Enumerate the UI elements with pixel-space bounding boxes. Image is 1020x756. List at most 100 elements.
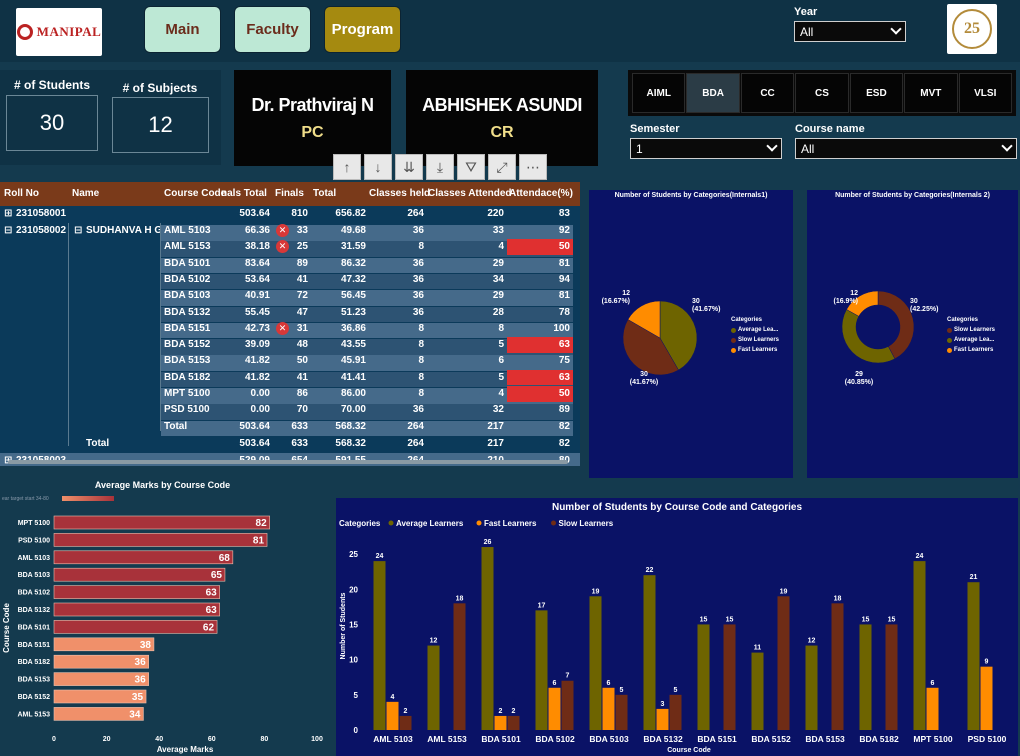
nav-main-button[interactable]: Main — [144, 6, 221, 53]
program-vlsi-button[interactable]: VLSI — [958, 73, 1012, 113]
col-course-code[interactable]: Course Code — [164, 188, 226, 199]
pie1-legend-item[interactable]: Slow Learners — [731, 337, 779, 343]
y-axis-label: Course Code — [2, 603, 11, 653]
column-bar[interactable] — [386, 701, 399, 730]
chevron-down-icon[interactable] — [890, 23, 902, 35]
column-bar[interactable] — [751, 652, 764, 730]
program-aiml-button[interactable]: AIML — [632, 73, 686, 113]
column-bar[interactable] — [885, 624, 898, 730]
course-name-dropdown[interactable]: All — [795, 138, 1017, 159]
expand-icon[interactable]: ⊞ — [4, 208, 12, 219]
column-bar[interactable] — [589, 596, 602, 730]
bar-data-label: 5 — [674, 687, 678, 694]
nav-faculty-button[interactable]: Faculty — [234, 6, 311, 53]
pie-slice[interactable] — [841, 309, 896, 364]
col-name[interactable]: Name — [72, 188, 99, 199]
year-dropdown[interactable]: All — [794, 21, 906, 42]
legend-item[interactable]: Slow Learners — [559, 519, 614, 528]
bar-data-label: 6 — [607, 680, 611, 687]
column-bar[interactable] — [913, 561, 926, 730]
bar[interactable] — [53, 620, 218, 634]
column-bar[interactable] — [967, 582, 980, 730]
y-axis-label: Number of Students — [340, 592, 347, 659]
cell-finals: 633 — [291, 420, 308, 432]
semester-slicer[interactable]: Semester 1 — [630, 123, 782, 159]
column-bar[interactable] — [399, 715, 412, 730]
column-bar[interactable] — [697, 624, 710, 730]
col-classes-held[interactable]: Classes held — [369, 188, 430, 199]
column-bar[interactable] — [615, 694, 628, 730]
program-mvt-button[interactable]: MVT — [904, 73, 958, 113]
col-classes-attended[interactable]: Classes Attended — [428, 188, 512, 199]
program-cc-button[interactable]: CC — [740, 73, 795, 113]
pie1-legend-item[interactable]: Fast Learners — [731, 347, 779, 353]
column-bar[interactable] — [859, 624, 872, 730]
cell-att: 50 — [558, 388, 570, 399]
course-name-slicer[interactable]: Course name All — [795, 123, 1017, 159]
legend-dot — [388, 520, 394, 526]
pie1-legend-item[interactable]: Average Lea... — [731, 327, 779, 333]
cell-finals: 633 — [291, 437, 308, 449]
column-bar[interactable] — [427, 645, 440, 730]
drill-down-icon[interactable]: ⤓ — [426, 154, 454, 180]
more-options-icon[interactable]: ⋯ — [519, 154, 547, 180]
filter-icon[interactable]: ⛛ — [457, 154, 485, 180]
bar[interactable] — [53, 515, 270, 530]
column-bar[interactable] — [831, 603, 844, 730]
cell-att: 81 — [558, 290, 570, 302]
col-roll-no[interactable]: Roll No — [4, 188, 39, 199]
cell-code: BDA 5132 — [164, 306, 211, 318]
column-bar[interactable] — [494, 715, 507, 730]
horizontal-scrollbar[interactable] — [8, 460, 568, 464]
semester-dropdown[interactable]: 1 — [630, 138, 782, 159]
legend-item[interactable]: Fast Learners — [484, 519, 537, 528]
cell-finals: 70 — [296, 404, 308, 416]
cell-total: 70.00 — [340, 404, 366, 416]
column-bar[interactable] — [507, 715, 520, 730]
column-bar[interactable] — [373, 561, 386, 730]
bar[interactable] — [53, 602, 220, 617]
column-bar[interactable] — [602, 687, 615, 730]
bar-data-label: 6 — [931, 680, 935, 687]
col-total[interactable]: Total — [313, 188, 336, 199]
pie2-legend-item[interactable]: Fast Learners — [947, 347, 995, 353]
column-bar[interactable] — [777, 596, 790, 730]
program-esd-button[interactable]: ESD — [849, 73, 904, 113]
column-bar[interactable] — [805, 645, 818, 730]
nav-program-button[interactable]: Program — [324, 6, 401, 53]
col-finals[interactable]: Finals — [275, 188, 304, 199]
column-bar[interactable] — [669, 694, 682, 730]
legend-item[interactable]: Average Learners — [396, 519, 464, 528]
program-cs-button[interactable]: CS — [795, 73, 849, 113]
sort-ascending-icon[interactable]: ↑ — [333, 154, 361, 180]
bar[interactable] — [53, 533, 268, 547]
bar[interactable] — [53, 550, 234, 565]
column-bar[interactable] — [561, 680, 574, 730]
focus-mode-icon[interactable]: ⤢ — [488, 154, 516, 180]
column-bar[interactable] — [481, 547, 494, 730]
column-bar[interactable] — [535, 610, 548, 730]
col-attendance[interactable]: Attendace(%) — [509, 188, 573, 199]
bar-data-label: 82 — [256, 518, 268, 529]
pie2-legend-item[interactable]: Average Lea... — [947, 337, 995, 343]
bar[interactable] — [53, 585, 220, 599]
expand-next-level-icon[interactable]: ⇊ — [395, 154, 423, 180]
column-bar[interactable] — [643, 575, 656, 730]
column-bar[interactable] — [656, 708, 669, 730]
column-bar[interactable] — [453, 603, 466, 730]
chevron-down-icon[interactable] — [1001, 140, 1013, 152]
sort-descending-icon[interactable]: ↓ — [364, 154, 392, 180]
col-internals-total[interactable]: nals Total — [221, 188, 267, 199]
chevron-down-icon[interactable] — [766, 140, 778, 152]
column-bar[interactable] — [548, 687, 561, 730]
bar[interactable] — [53, 567, 226, 582]
column-bar[interactable] — [980, 666, 993, 730]
column-bar[interactable] — [926, 687, 939, 730]
category-tick-label: BDA 5153 — [18, 677, 51, 684]
year-slicer[interactable]: Year All — [794, 6, 906, 46]
table-row: BDA 5152 39.09 48 43.55 8 5 63 — [0, 337, 580, 355]
bar-data-label: 19 — [592, 588, 600, 595]
program-bda-button[interactable]: BDA — [686, 73, 740, 113]
column-bar[interactable] — [723, 624, 736, 730]
pie2-legend-item[interactable]: Slow Learners — [947, 327, 995, 333]
